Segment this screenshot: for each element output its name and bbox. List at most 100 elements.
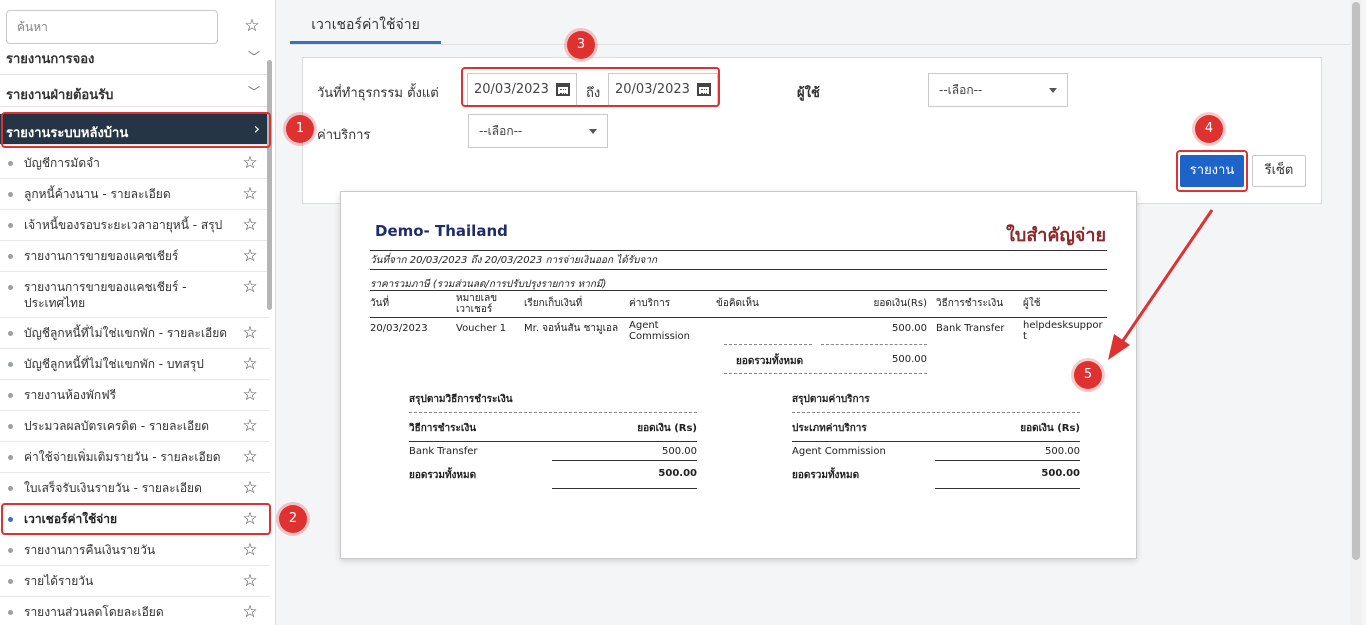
bullet-icon (8, 192, 13, 197)
sidebar-item-daily-receipts[interactable]: ใบเสร็จรับเงินรายวัน - รายละเอียด ☆ (0, 473, 270, 504)
step-badge-2: 2 (279, 505, 307, 533)
bullet-icon (8, 548, 13, 553)
row-date: 20/03/2023 (370, 323, 428, 334)
chevron-down-icon: ﹀ (247, 85, 260, 99)
col-header-billed: เรียกเก็บเงินที่ (524, 298, 583, 309)
star-icon[interactable]: ☆ (242, 186, 258, 203)
item-label: รายงานการคืนเงินรายวัน (24, 543, 156, 557)
scroll-thumb[interactable] (1352, 2, 1360, 560)
bullet-icon (8, 424, 13, 429)
divider (370, 269, 1107, 270)
star-icon[interactable]: ☆ (242, 480, 258, 497)
col-header-payment: วิธีการชำระเงิน (936, 298, 1004, 309)
divider (552, 488, 697, 489)
service-summary-title: สรุปตามค่าบริการ (792, 394, 870, 405)
service-label: ค่าบริการ (317, 128, 371, 143)
item-label: รายงานห้องพักฟรี (24, 388, 117, 402)
star-icon[interactable]: ☆ (242, 542, 258, 559)
divider (935, 460, 1080, 461)
bullet-icon (8, 223, 13, 228)
total-value: 500.00 (892, 354, 927, 365)
search-field[interactable] (6, 10, 218, 44)
tab-expense-voucher[interactable]: เวาเชอร์ค่าใช้จ่าย (290, 12, 441, 44)
step-badge-4: 4 (1195, 115, 1223, 143)
chevron-down-icon (1049, 88, 1057, 93)
sidebar-item-free-rooms[interactable]: รายงานห้องพักฟรี ☆ (0, 380, 270, 411)
section-label: รายงานการจอง (6, 52, 95, 67)
filter-panel: วันที่ทำธุรกรรม ตั้งแต่ 20/03/2023 ถึง 2… (302, 57, 1322, 204)
callout-box-1 (1, 112, 271, 148)
item-label: บัญชีลูกหนี้ที่ไม่ใช่แขกพัก - บทสรุป (24, 357, 204, 371)
service-select-value: --เลือก-- (479, 124, 523, 138)
page-scrollbar[interactable] (1350, 0, 1362, 625)
row-user: helpdesksuppor t (1023, 320, 1103, 342)
item-label: เจ้าหนี้ของรอบระยะเวลาอายุหนี้ - สรุป (24, 218, 223, 232)
search-input[interactable] (7, 11, 217, 43)
star-icon[interactable]: ☆ (242, 356, 258, 373)
payment-summary-total-value: 500.00 (658, 468, 697, 479)
star-icon[interactable]: ☆ (242, 387, 258, 404)
row-billed-to: Mr. จอห์นสัน ชามูเอล (524, 323, 619, 334)
bullet-icon (8, 285, 13, 290)
service-summary-col1: ประเภทค่าบริการ (792, 423, 867, 434)
col-header-date: วันที่ (370, 298, 390, 309)
service-summary-row-value: 500.00 (1045, 446, 1080, 457)
callout-box-4 (1176, 150, 1248, 192)
row-payment: Bank Transfer (936, 323, 1005, 334)
star-icon[interactable]: ☆ (242, 573, 258, 590)
row-voucher: Voucher 1 (456, 323, 507, 334)
sidebar-item-daily-refunds[interactable]: รายงานการคืนเงินรายวัน ☆ (0, 535, 270, 566)
row-service: Agent Commission (629, 320, 691, 342)
section-front-desk-reports[interactable]: รายงานฝ่ายต้อนรับ ﹀ (0, 76, 270, 107)
step-badge-1: 1 (286, 115, 314, 143)
col-header-amount: ยอดเงิน(Rs) (873, 298, 927, 309)
item-label: บัญชีลูกหนี้ที่ไม่ใช่แขกพัก - รายละเอียด (24, 326, 228, 340)
payment-summary-col2: ยอดเงิน (Rs) (637, 423, 697, 434)
sidebar-item-credit-card-processing[interactable]: ประมวลผลบัตรเครดิต - รายละเอียด ☆ (0, 411, 270, 442)
bullet-icon (8, 161, 13, 166)
col-header-voucher: หมายเลข เวาเชอร์ (456, 293, 498, 315)
bullet-icon (8, 362, 13, 367)
user-select[interactable]: --เลือก-- (928, 73, 1068, 107)
payment-summary-row-value: 500.00 (662, 446, 697, 457)
chevron-down-icon (589, 129, 597, 134)
item-label: รายงานการขายของแคชเชียร์ (24, 249, 179, 263)
sidebar-item-aged-debtors-detail[interactable]: ลูกหนี้ค้างนาน - รายละเอียด ☆ (0, 179, 270, 210)
divider (552, 460, 697, 461)
service-summary-total-label: ยอดรวมทั้งหมด (792, 470, 860, 481)
section-booking-reports[interactable]: รายงานการจอง ﹀ (0, 45, 270, 75)
star-icon[interactable]: ☆ (242, 325, 258, 342)
star-icon[interactable]: ☆ (242, 449, 258, 466)
step-badge-3: 3 (567, 31, 595, 59)
star-icon[interactable]: ☆ (242, 155, 258, 172)
sidebar-item-daily-revenue[interactable]: รายได้รายวัน ☆ (0, 566, 270, 597)
star-icon[interactable]: ☆ (244, 18, 260, 35)
item-label: รายงานส่วนลดโดยละเอียด (24, 605, 164, 619)
service-select[interactable]: --เลือก-- (468, 114, 608, 148)
star-icon[interactable]: ☆ (242, 418, 258, 435)
payment-summary-col1: วิธีการชำระเงิน (409, 423, 477, 434)
star-icon[interactable]: ☆ (242, 279, 258, 296)
sidebar-item-deposit-ledger[interactable]: บัญชีการมัดจำ ☆ (0, 148, 270, 179)
report-meta: วันที่จาก 20/03/2023 ถึง 20/03/2023 การจ… (370, 255, 658, 266)
section-label: รายงานฝ่ายต้อนรับ (6, 88, 114, 103)
reset-button[interactable]: รีเซ็ต (1252, 155, 1306, 187)
sidebar-item-aged-creditors-summary[interactable]: เจ้าหนี้ของรอบระยะเวลาอายุหนี้ - สรุป ☆ (0, 210, 270, 241)
item-label: ลูกหนี้ค้างนาน - รายละเอียด (24, 187, 171, 201)
sidebar-item-daily-extra-charges[interactable]: ค่าใช้จ่ายเพิ่มเติมรายวัน - รายละเอียด ☆ (0, 442, 270, 473)
sidebar-scrollbar[interactable] (267, 60, 272, 310)
chevron-down-icon: ﹀ (247, 50, 260, 64)
sidebar-item-non-guest-ar-summary[interactable]: บัญชีลูกหนี้ที่ไม่ใช่แขกพัก - บทสรุป ☆ (0, 349, 270, 380)
user-select-value: --เลือก-- (939, 83, 983, 97)
sidebar-item-non-guest-ar-detail[interactable]: บัญชีลูกหนี้ที่ไม่ใช่แขกพัก - รายละเอียด… (0, 318, 270, 349)
star-icon[interactable]: ☆ (242, 604, 258, 621)
bullet-icon (8, 579, 13, 584)
service-summary-total-value: 500.00 (1041, 468, 1080, 479)
sidebar-item-cashier-sales[interactable]: รายงานการขายของแคชเชียร์ ☆ (0, 241, 270, 272)
sidebar-item-discount-detail[interactable]: รายงานส่วนลดโดยละเอียด ☆ (0, 597, 270, 625)
star-icon[interactable]: ☆ (242, 248, 258, 265)
divider (370, 317, 1107, 318)
star-icon[interactable]: ☆ (242, 217, 258, 234)
item-label: ใบเสร็จรับเงินรายวัน - รายละเอียด (24, 481, 202, 495)
sidebar-item-cashier-sales-thailand[interactable]: รายงานการขายของแคชเชียร์ - ประเทศไทย ☆ (0, 272, 270, 318)
